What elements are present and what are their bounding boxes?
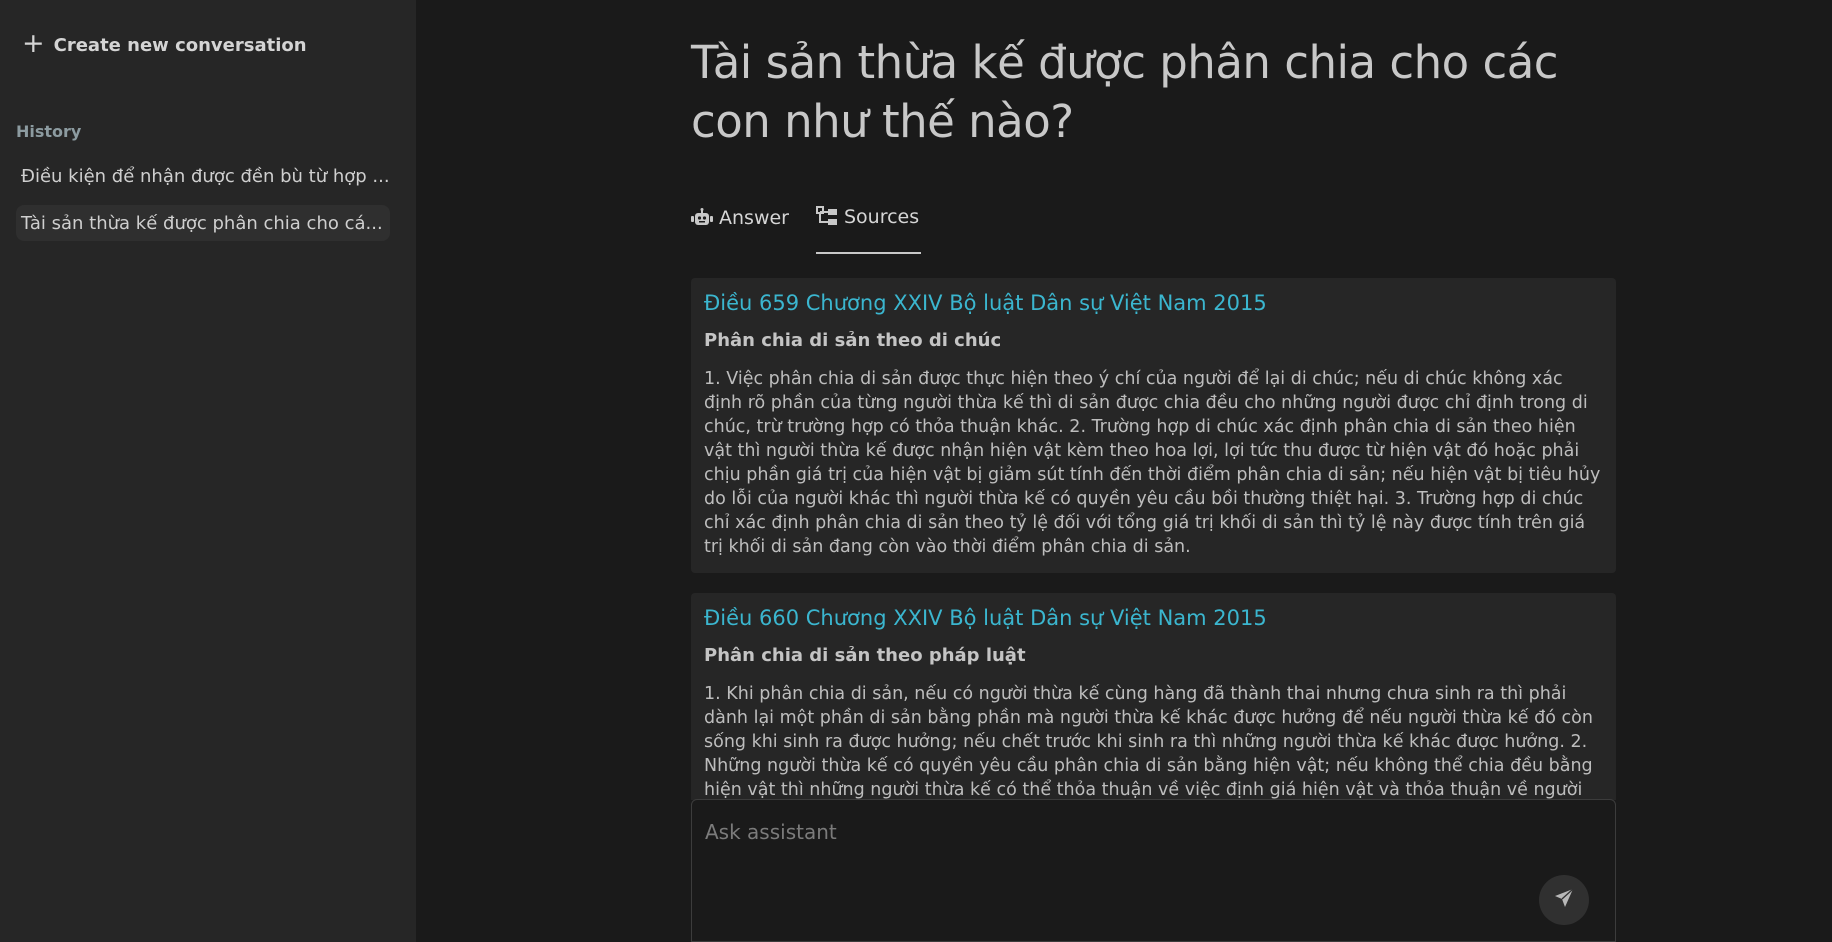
- source-title-link[interactable]: Điều 659 Chương XXIV Bộ luật Dân sự Việt…: [704, 290, 1604, 316]
- tab-sources[interactable]: Sources: [815, 196, 922, 254]
- send-icon: [1554, 888, 1574, 912]
- result-tabs: Answer Sources: [691, 196, 922, 254]
- source-subtitle: Phân chia di sản theo di chúc: [704, 330, 1002, 351]
- sidebar: + Create new conversation History Điều k…: [0, 0, 416, 942]
- source-card: Điều 660 Chương XXIV Bộ luật Dân sự Việt…: [691, 593, 1616, 800]
- tab-answer-label: Answer: [719, 207, 789, 229]
- page-title: Tài sản thừa kế được phân chia cho các c…: [691, 36, 1559, 148]
- tab-sources-label: Sources: [843, 206, 920, 228]
- send-button[interactable]: [1539, 875, 1589, 925]
- source-card: Điều 659 Chương XXIV Bộ luật Dân sự Việt…: [691, 278, 1616, 573]
- create-conversation-button[interactable]: + Create new conversation: [22, 28, 307, 59]
- source-title-link[interactable]: Điều 660 Chương XXIV Bộ luật Dân sự Việt…: [704, 605, 1604, 631]
- history-heading: History: [16, 122, 82, 141]
- plus-icon: +: [22, 28, 45, 59]
- app-root: + Create new conversation History Điều k…: [0, 0, 1832, 942]
- sitemap-icon: [815, 206, 838, 228]
- ask-assistant-input[interactable]: [692, 800, 1615, 941]
- source-text: 1. Việc phân chia di sản được thực hiện …: [704, 369, 1601, 557]
- history-item[interactable]: Điều kiện để nhận được đền bù từ hợp ...: [16, 158, 390, 194]
- source-text: 1. Khi phân chia di sản, nếu có người th…: [704, 684, 1593, 800]
- source-subtitle: Phân chia di sản theo pháp luật: [704, 645, 1026, 666]
- history-item-active[interactable]: Tài sản thừa kế được phân chia cho cá...: [16, 205, 390, 241]
- main-panel: Tài sản thừa kế được phân chia cho các c…: [416, 0, 1832, 942]
- robot-icon: [691, 208, 713, 228]
- composer: [691, 799, 1616, 942]
- sources-list: Điều 659 Chương XXIV Bộ luật Dân sự Việt…: [691, 278, 1616, 800]
- history-list: Điều kiện để nhận được đền bù từ hợp ...…: [16, 158, 390, 252]
- tab-answer[interactable]: Answer: [691, 196, 791, 254]
- create-conversation-label: Create new conversation: [53, 34, 307, 56]
